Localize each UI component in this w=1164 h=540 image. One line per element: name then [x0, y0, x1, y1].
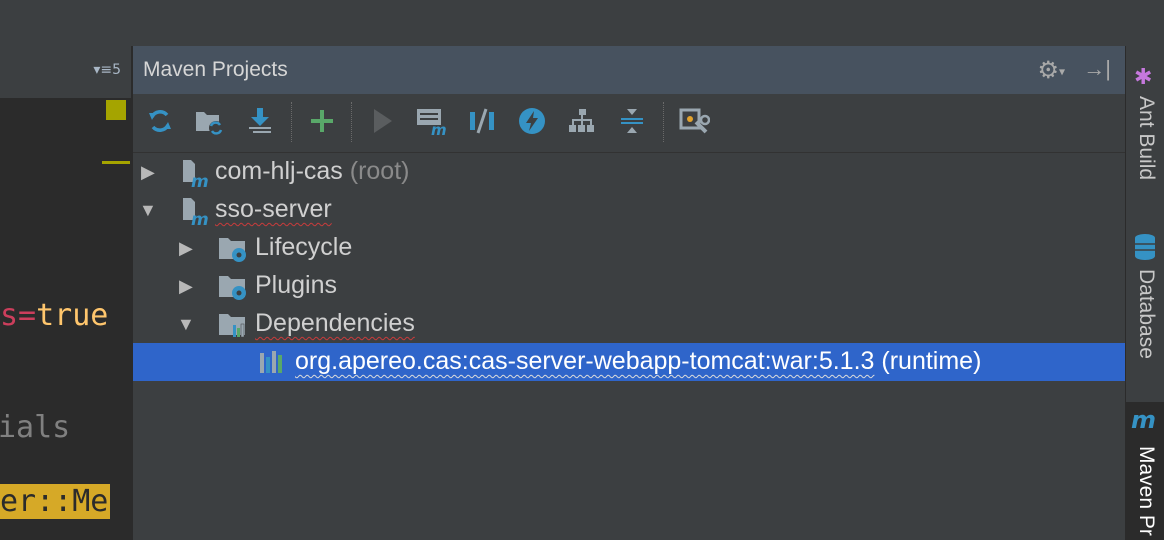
tab-list-dropdown[interactable]: ▾≡5	[93, 62, 121, 78]
show-dependencies-icon[interactable]	[565, 104, 599, 138]
database-tab[interactable]: Database	[1126, 231, 1164, 381]
settings-icon[interactable]	[677, 104, 711, 138]
expand-arrow-icon[interactable]: ▶	[179, 238, 193, 259]
expand-arrow-icon[interactable]: ▶	[141, 162, 155, 183]
change-marker-line	[102, 161, 130, 164]
code-line-3: er::Me	[0, 484, 111, 519]
code-line-2: ials	[0, 410, 71, 445]
tree-row-lifecycle[interactable]: ▶ Lifecycle	[133, 229, 1125, 267]
tool-window-strip: ✱ Ant Build Database m Maven Pr	[1125, 46, 1164, 540]
hide-panel-icon[interactable]: →|	[1083, 56, 1111, 82]
generate-sources-icon[interactable]	[193, 104, 227, 138]
maven-toolbar: m	[133, 94, 1125, 153]
editor-tab-bar: ▾≡5	[0, 46, 131, 98]
toolbar-separator	[663, 102, 665, 142]
maven-projects-label: Maven Pr	[1135, 446, 1158, 536]
tree-label: org.apereo.cas:cas-server-webapp-tomcat:…	[295, 347, 982, 375]
maven-icon: m	[1131, 406, 1157, 434]
panel-header: Maven Projects ⚙▾ →|	[133, 46, 1125, 94]
tree-row-root[interactable]: ▶ m com-hlj-cas (root)	[133, 153, 1125, 192]
code-editor[interactable]: ▾≡5 s=true ials er::Me	[0, 46, 131, 540]
change-marker	[106, 100, 126, 120]
expand-arrow-icon[interactable]: ▶	[179, 276, 193, 297]
toolbar-separator	[351, 102, 353, 142]
svg-text:m: m	[431, 121, 447, 136]
svg-text:m: m	[191, 210, 209, 227]
collapse-arrow-icon[interactable]: ▼	[177, 314, 195, 335]
gear-icon[interactable]: ⚙▾	[1037, 56, 1065, 85]
download-icon[interactable]	[243, 104, 277, 138]
toggle-offline-icon[interactable]	[465, 104, 499, 138]
maven-projects-panel: Maven Projects ⚙▾ →| m ▶ m com-hlj-cas (…	[133, 46, 1125, 540]
run-icon[interactable]	[365, 104, 399, 138]
folder-gear-icon	[217, 271, 249, 301]
svg-text:m: m	[191, 172, 209, 189]
database-label: Database	[1135, 269, 1158, 359]
toolbar-separator	[291, 102, 293, 142]
maven-module-icon: m	[179, 157, 211, 192]
ant-icon: ✱	[1134, 64, 1153, 89]
skip-tests-icon[interactable]	[515, 104, 549, 138]
ant-build-tab[interactable]: ✱ Ant Build	[1126, 56, 1164, 226]
database-icon	[1133, 233, 1157, 266]
folder-gear-icon	[217, 233, 249, 263]
add-icon[interactable]	[305, 104, 339, 138]
folder-library-icon	[217, 309, 249, 339]
tree-label: com-hlj-cas (root)	[215, 157, 410, 185]
top-window-bar	[0, 0, 1164, 47]
panel-title: Maven Projects	[143, 58, 288, 81]
tree-row-dependency-selected[interactable]: org.apereo.cas:cas-server-webapp-tomcat:…	[133, 343, 1125, 381]
tree-label: sso-server	[215, 195, 332, 223]
tree-label: Lifecycle	[255, 233, 353, 261]
tree-row-plugins[interactable]: ▶ Plugins	[133, 267, 1125, 305]
tree-label: Plugins	[255, 271, 337, 299]
library-icon	[257, 347, 289, 377]
code-line-1: s=true	[0, 298, 109, 333]
tree-row-sso-server[interactable]: ▼ m sso-server	[133, 191, 1125, 230]
collapse-arrow-icon[interactable]: ▼	[139, 200, 157, 221]
tab-count: 5	[112, 62, 121, 78]
maven-projects-tab[interactable]: m Maven Pr	[1126, 402, 1164, 540]
maven-module-icon: m	[179, 195, 211, 230]
tree-label: Dependencies	[255, 309, 415, 337]
execute-goal-icon[interactable]: m	[415, 104, 449, 138]
collapse-all-icon[interactable]	[615, 104, 649, 138]
reimport-icon[interactable]	[143, 104, 177, 138]
tree-row-dependencies[interactable]: ▼ Dependencies	[133, 305, 1125, 343]
ant-build-label: Ant Build	[1135, 96, 1158, 181]
